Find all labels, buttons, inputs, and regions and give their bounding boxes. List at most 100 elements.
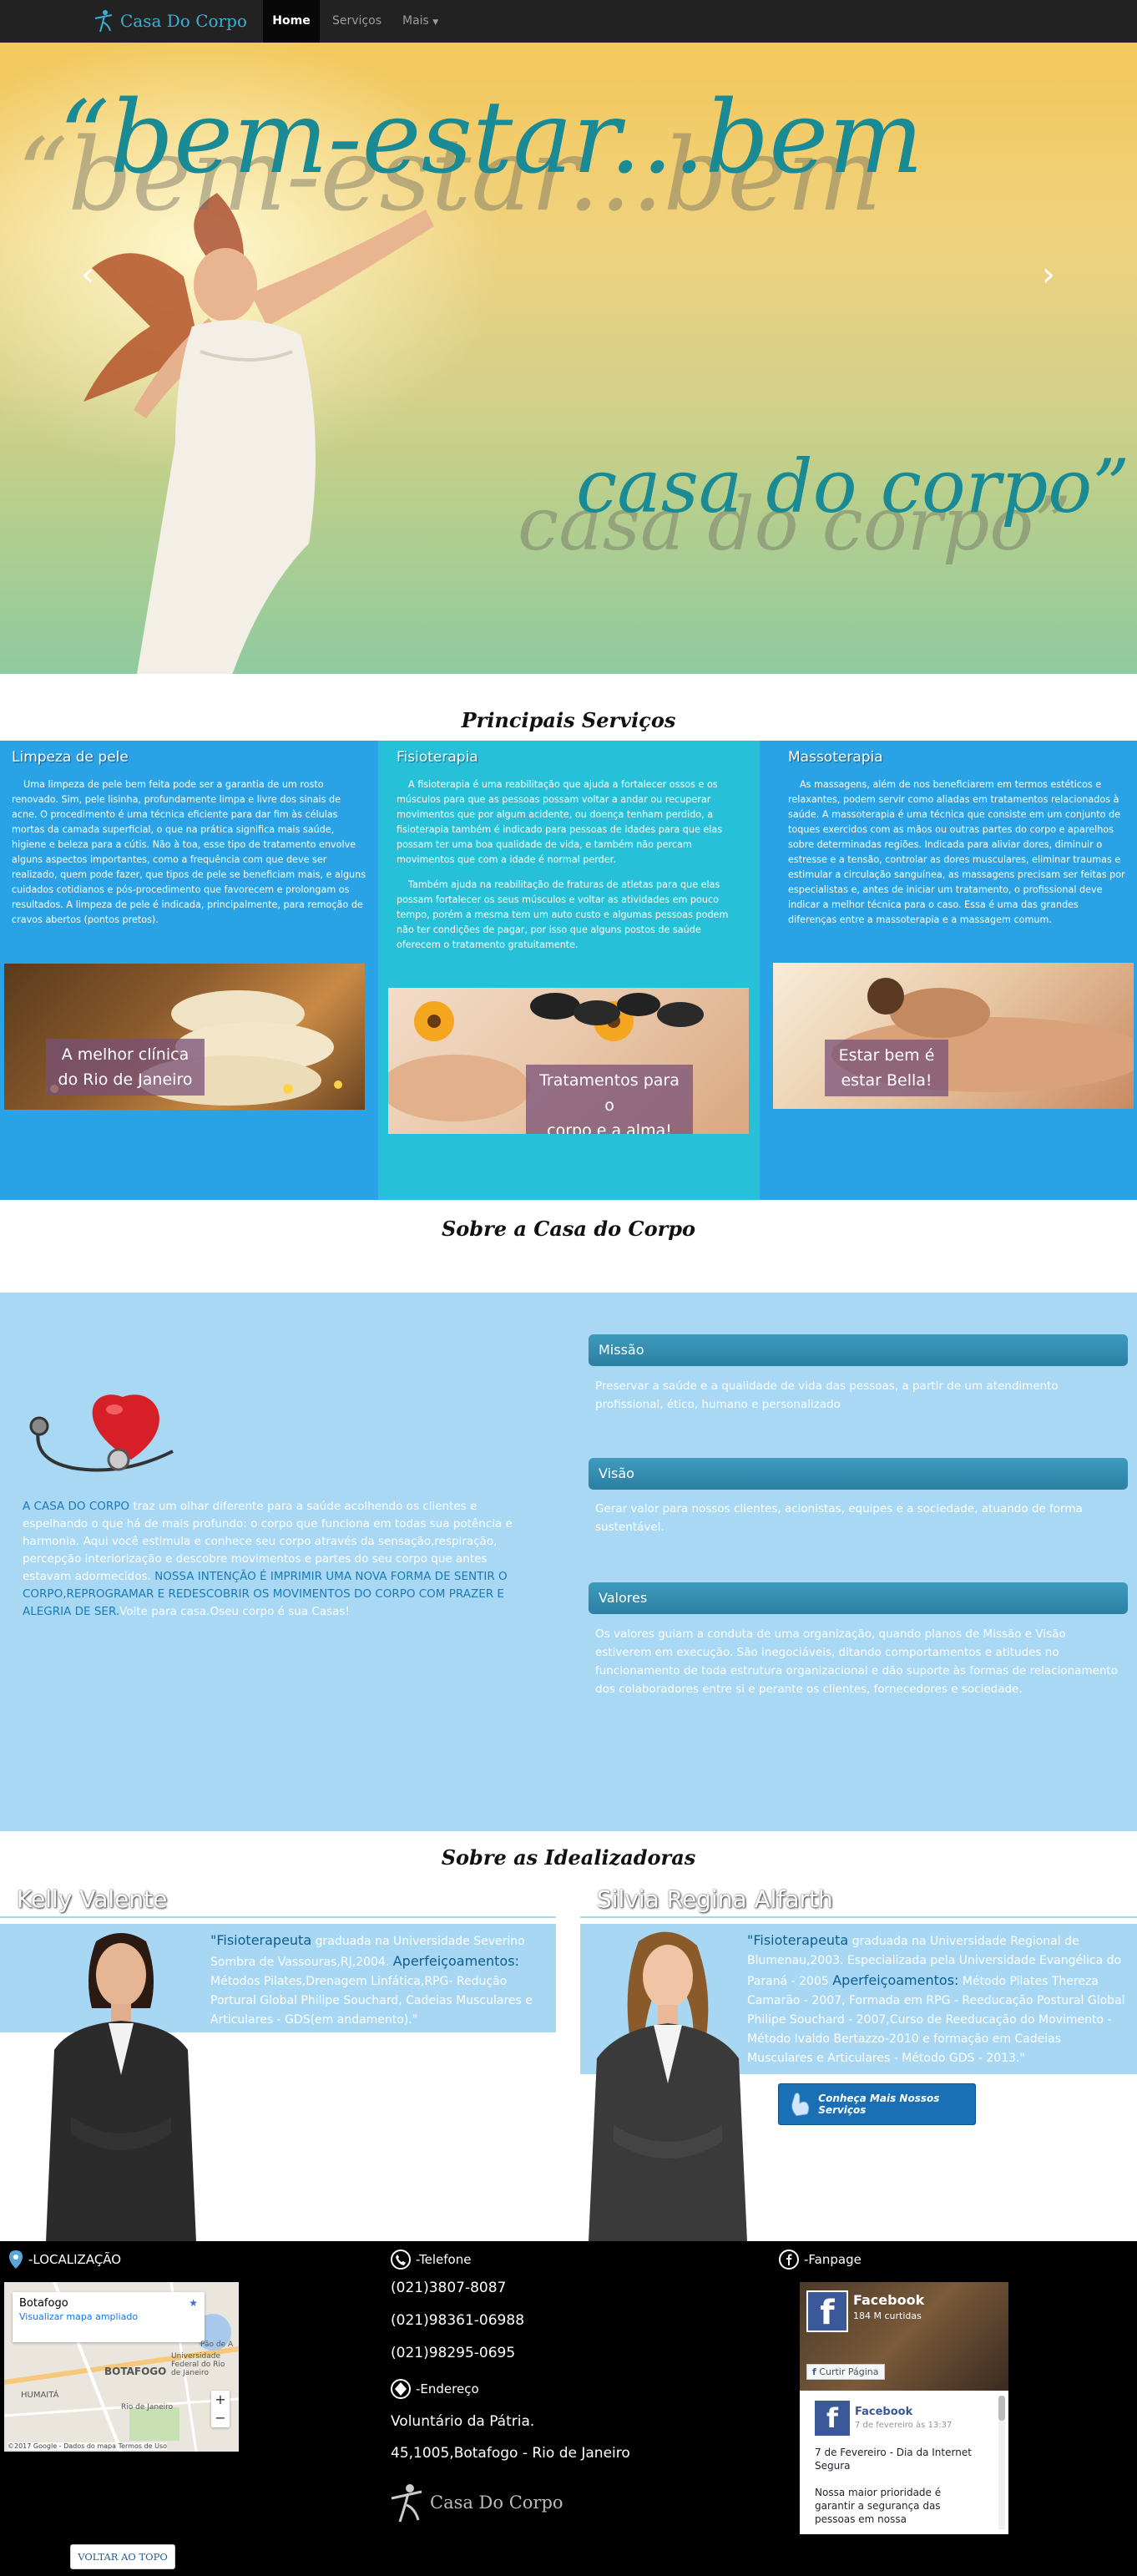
address-line: Voluntário da Pátria. bbox=[391, 2413, 535, 2430]
star-icon[interactable]: ★ bbox=[189, 2297, 198, 2309]
dancer-logo-icon bbox=[391, 2484, 422, 2523]
navigation-icon bbox=[391, 2379, 411, 2399]
caption-line: A melhor clínica bbox=[61, 1045, 190, 1064]
map-zoom-controls[interactable]: + − bbox=[211, 2391, 230, 2427]
mission-text: Preservar a saúde e a qualidade de vida … bbox=[595, 1379, 1059, 1411]
about-text: A CASA DO CORPO traz um olhar diferente … bbox=[23, 1498, 536, 1621]
phone-number: (021)98361-06988 bbox=[391, 2312, 525, 2329]
services-title: Principais Serviços bbox=[461, 708, 676, 732]
heart-stethoscope-image bbox=[29, 1394, 174, 1472]
service-text: Uma limpeza de pele bem feita pode ser a… bbox=[12, 779, 366, 925]
fanpage-title: -Fanpage bbox=[804, 2252, 862, 2267]
service-image-limpeza: A melhor clínica do Rio de Janeiro bbox=[4, 964, 365, 1110]
fb-post-date: 7 de fevereiro às 13:37 bbox=[855, 2421, 953, 2430]
service-text: Também ajuda na reabilitação de fraturas… bbox=[397, 879, 729, 950]
divider bbox=[580, 1916, 1137, 1918]
bio-text: Métodos Pilates,Drenagem Linfática,RPG- … bbox=[210, 1975, 533, 2027]
service-text: A fisioterapia é uma reabilitação que aj… bbox=[397, 779, 723, 865]
about-text-part: Volte para casa.Oseu corpo é sua Casas! bbox=[119, 1605, 350, 1618]
map-label: HUMAITÁ bbox=[21, 2391, 59, 2400]
address-line: 45,1005,Botafogo - Rio de Janeiro bbox=[391, 2445, 630, 2462]
fb-post-name[interactable]: Facebook bbox=[855, 2406, 912, 2418]
about-section: A CASA DO CORPO traz um olhar diferente … bbox=[0, 1293, 1137, 1831]
founder-photo-kelly bbox=[46, 1933, 196, 2242]
map-label: Rio de Janeiro bbox=[121, 2403, 174, 2412]
facebook-icon bbox=[779, 2250, 799, 2270]
facebook-logo-icon: f bbox=[806, 2290, 848, 2332]
chevron-right-icon[interactable]: › bbox=[1032, 256, 1065, 294]
caret-down-icon: ▼ bbox=[432, 18, 439, 27]
nav-mais-label: Mais bbox=[402, 14, 429, 28]
footer-brand-name: Casa Do Corpo bbox=[430, 2492, 563, 2513]
facebook-page-widget[interactable]: f Facebook 184 M curtidas f Curtir Págin… bbox=[800, 2282, 1008, 2534]
phone-title: -Telefone bbox=[416, 2252, 472, 2267]
fb-post-text: 7 de Fevereiro - Dia da Internet Segura bbox=[815, 2447, 972, 2472]
bio-role: "Fisioterapeuta bbox=[747, 1932, 849, 1948]
phone-number: (021)3807-8087 bbox=[391, 2280, 507, 2296]
caption-line: Tratamentos para o bbox=[539, 1071, 680, 1115]
values-text: Os valores guiam a conduta de uma organi… bbox=[595, 1627, 1119, 1696]
map-attribution: ©2017 Google - Dados do mapa Termos de U… bbox=[8, 2442, 168, 2450]
zoom-in-icon[interactable]: + bbox=[211, 2391, 230, 2409]
caption-line: corpo e a alma! bbox=[547, 1121, 672, 1134]
service-title: Massoterapia bbox=[788, 749, 883, 766]
fanpage-heading: -Fanpage bbox=[779, 2250, 862, 2270]
map-label: Universidade Federal do Rio de Janeiro bbox=[171, 2352, 225, 2377]
location-title: -LOCALIZAÇÃO bbox=[28, 2252, 122, 2267]
fb-likes: 184 M curtidas bbox=[853, 2310, 922, 2321]
facebook-post-avatar-icon: f bbox=[815, 2401, 850, 2436]
zoom-out-icon[interactable]: − bbox=[211, 2409, 230, 2427]
nav-mais-dropdown[interactable]: Mais ▼ bbox=[402, 0, 438, 43]
footer-brand: Casa Do Corpo bbox=[388, 2482, 563, 2523]
founder-name: Silvia Regina Alfarth bbox=[597, 1885, 833, 1913]
phone-number: (021)98295-0695 bbox=[391, 2345, 516, 2361]
nav-servicos[interactable]: Serviços bbox=[332, 0, 382, 43]
hero-quote-bottom: casa do corpo” bbox=[576, 443, 1130, 529]
founder-photo-silvia bbox=[589, 1931, 747, 2242]
hero-carousel: “bem-estar...bem “bem-estar...bem casa d… bbox=[0, 43, 1137, 674]
back-to-top-button[interactable]: VOLTAR AO TOPO bbox=[70, 2544, 175, 2569]
phone-icon bbox=[391, 2250, 411, 2270]
divider bbox=[0, 1916, 556, 1918]
founder-name: Kelly Valente bbox=[17, 1885, 168, 1913]
map-place: Botafogo bbox=[19, 2297, 68, 2310]
fb-post-text: Nossa maior prioridade é garantir a segu… bbox=[815, 2487, 942, 2525]
fb-like-button[interactable]: f Curtir Página bbox=[806, 2364, 885, 2380]
nav-home[interactable]: Home bbox=[263, 0, 320, 43]
service-caption: Estar bem é estar Bella! bbox=[825, 1040, 948, 1096]
service-caption: A melhor clínica do Rio de Janeiro bbox=[46, 1039, 205, 1096]
fb-scrollbar-thumb[interactable] bbox=[998, 2396, 1005, 2421]
service-title: Fisioterapia bbox=[397, 749, 478, 766]
address-title: -Endereço bbox=[416, 2381, 479, 2396]
bio-text: Método Pilates Thereza Camarão - 2007, F… bbox=[747, 1975, 1125, 2065]
hand-pointer-icon bbox=[791, 2093, 810, 2117]
vision-header: Visão bbox=[589, 1458, 1128, 1490]
caption-line: do Rio de Janeiro bbox=[58, 1070, 193, 1089]
chevron-left-icon[interactable]: ‹ bbox=[71, 256, 104, 294]
navbar: Casa Do Corpo Home Serviços Mais ▼ bbox=[0, 0, 1137, 43]
service-caption: Tratamentos para o corpo e a alma! bbox=[526, 1065, 693, 1134]
service-image-fisioterapia: Tratamentos para o corpo e a alma! bbox=[388, 988, 749, 1134]
fb-like-label: Curtir Página bbox=[819, 2366, 879, 2377]
location-heading: -LOCALIZAÇÃO bbox=[8, 2250, 121, 2270]
bio-spec-label: Aperfeiçoamentos: bbox=[392, 1953, 519, 1969]
about-title: Sobre a Casa do Corpo bbox=[441, 1217, 696, 1241]
hero-woman-image bbox=[83, 193, 434, 674]
mission-header: Missão bbox=[589, 1334, 1128, 1366]
map-link[interactable]: Visualizar mapa ampliado bbox=[19, 2311, 198, 2322]
caption-line: Estar bem é bbox=[838, 1046, 935, 1065]
fb-small-icon: f bbox=[812, 2366, 816, 2377]
brand-logo[interactable]: Casa Do Corpo bbox=[92, 8, 247, 33]
fb-page-name[interactable]: Facebook bbox=[853, 2292, 924, 2308]
google-map-embed[interactable]: Botafogo Visualizar mapa ampliado ★ BOTA… bbox=[4, 2282, 239, 2452]
founders-title: Sobre as Idealizadoras bbox=[441, 1845, 696, 1870]
map-label: BOTAFOGO bbox=[104, 2366, 167, 2377]
caption-line: estar Bella! bbox=[841, 1071, 932, 1090]
service-title: Limpeza de pele bbox=[12, 749, 129, 766]
map-pin-icon bbox=[9, 2250, 23, 2269]
bio-spec-label: Aperfeiçoamentos: bbox=[832, 1972, 959, 1988]
services-cta-button[interactable]: Conheça Mais Nossos Serviços bbox=[778, 2083, 976, 2125]
map-info-card: Botafogo Visualizar mapa ampliado ★ bbox=[13, 2292, 205, 2342]
fb-scrollbar[interactable] bbox=[998, 2396, 1005, 2529]
bio-role: "Fisioterapeuta bbox=[210, 1932, 312, 1948]
